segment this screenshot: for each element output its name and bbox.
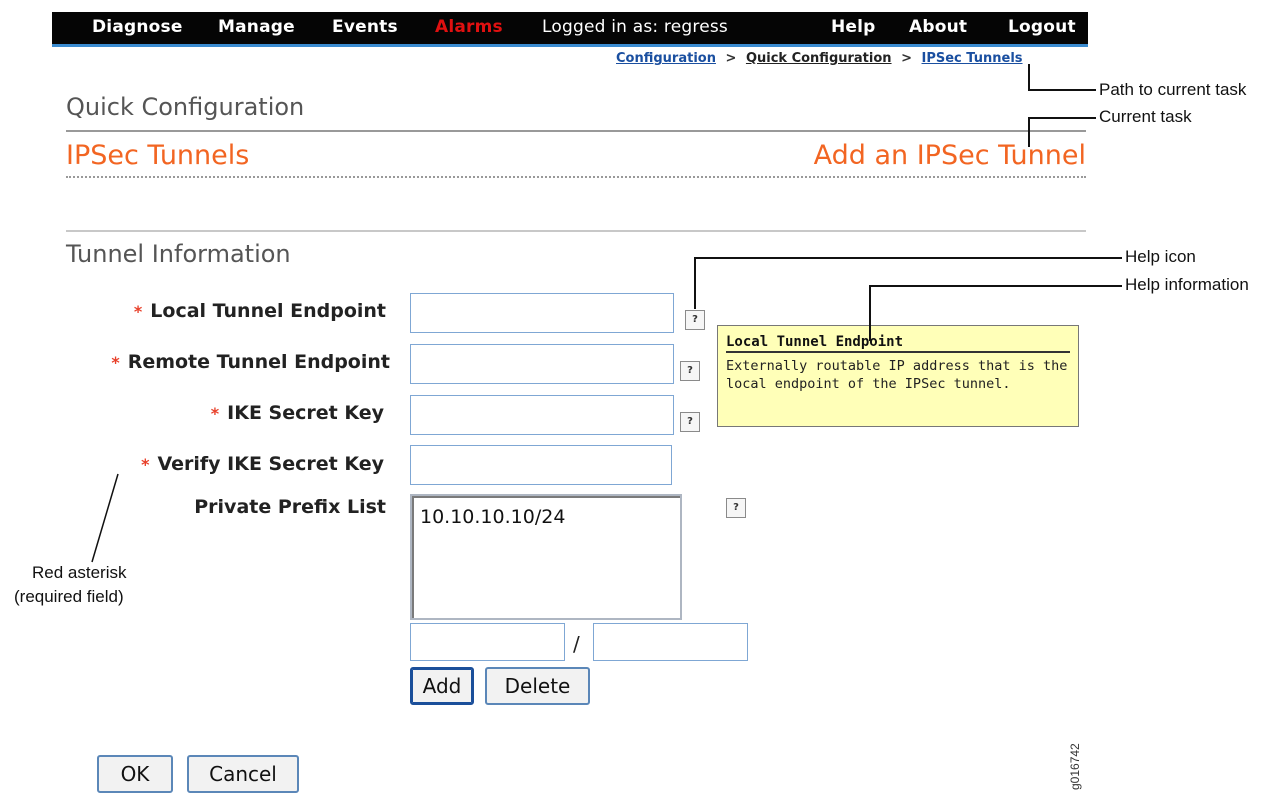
callout-asterisk: Red asterisk — [32, 563, 127, 582]
callout-line — [694, 257, 696, 309]
add-button[interactable]: Add — [410, 667, 474, 705]
breadcrumb: Configuration > Quick Configuration > IP… — [616, 51, 1023, 66]
section-divider — [66, 176, 1086, 178]
cancel-button[interactable]: Cancel — [187, 755, 299, 793]
prefix-list-item[interactable]: 10.10.10.10/24 — [420, 506, 672, 528]
callout-line — [869, 285, 1122, 287]
callout-help-icon: Help icon — [1125, 247, 1196, 266]
prefix-length-input[interactable] — [593, 623, 748, 661]
callout-help-info: Help information — [1125, 275, 1249, 294]
verify-key-label: * Verify IKE Secret Key — [141, 453, 384, 475]
remote-endpoint-input[interactable] — [410, 344, 674, 384]
callout-line — [1028, 117, 1030, 147]
callout-path: Path to current task — [1099, 80, 1247, 99]
nav-logout[interactable]: Logout — [1008, 17, 1076, 37]
callout-line — [1028, 117, 1096, 119]
title-divider — [66, 130, 1086, 132]
nav-manage[interactable]: Manage — [218, 17, 295, 37]
prefix-list-label: Private Prefix List — [194, 496, 386, 518]
nav-help[interactable]: Help — [831, 17, 876, 37]
prefix-list-box[interactable]: 10.10.10.10/24 — [410, 494, 682, 620]
delete-button[interactable]: Delete — [485, 667, 590, 705]
prefix-address-input[interactable] — [410, 623, 565, 661]
callout-line — [1028, 89, 1096, 91]
help-icon[interactable]: ? — [685, 310, 705, 330]
page-title: Quick Configuration — [66, 93, 305, 121]
breadcrumb-configuration[interactable]: Configuration — [616, 51, 716, 66]
prefix-slash: / — [573, 632, 580, 656]
verify-key-input[interactable] — [410, 445, 672, 485]
required-asterisk: * — [133, 302, 143, 321]
callout-current-task: Current task — [1099, 107, 1192, 126]
local-endpoint-input[interactable] — [410, 293, 674, 333]
breadcrumb-quick-configuration[interactable]: Quick Configuration — [746, 51, 892, 66]
figure-id: g016742 — [1068, 743, 1082, 790]
subsection-title: Tunnel Information — [66, 240, 291, 268]
required-asterisk: * — [111, 353, 120, 372]
nav-diagnose[interactable]: Diagnose — [92, 17, 183, 37]
breadcrumb-separator: > — [901, 51, 912, 66]
callout-line — [1028, 64, 1030, 90]
breadcrumb-ipsec-tunnels[interactable]: IPSec Tunnels — [922, 51, 1023, 66]
tooltip-title: Local Tunnel Endpoint — [726, 334, 1070, 353]
breadcrumb-separator: > — [725, 51, 737, 66]
callout-required: (required field) — [14, 587, 124, 606]
local-endpoint-label: * Local Tunnel Endpoint — [133, 300, 386, 322]
ok-button[interactable]: OK — [97, 755, 173, 793]
section-title: IPSec Tunnels — [66, 140, 250, 171]
subsection-divider — [66, 230, 1086, 232]
callout-line — [694, 257, 1122, 259]
help-tooltip: Local Tunnel Endpoint Externally routabl… — [717, 325, 1079, 427]
remote-endpoint-label: * Remote Tunnel Endpoint — [111, 351, 390, 373]
ike-key-input[interactable] — [410, 395, 674, 435]
ike-key-label: * IKE Secret Key — [210, 402, 384, 424]
callout-line — [91, 473, 119, 563]
nav-alarms[interactable]: Alarms — [435, 17, 503, 37]
help-icon[interactable]: ? — [680, 412, 700, 432]
help-icon[interactable]: ? — [726, 498, 746, 518]
nav-underline — [52, 44, 1088, 47]
tooltip-body: Externally routable IP address that is t… — [726, 358, 1068, 392]
nav-about[interactable]: About — [909, 17, 967, 37]
logged-in-user: Logged in as: regress — [542, 17, 728, 37]
help-icon[interactable]: ? — [680, 361, 700, 381]
callout-line — [869, 285, 871, 341]
required-asterisk: * — [141, 455, 150, 474]
nav-events[interactable]: Events — [332, 17, 398, 37]
current-task-title: Add an IPSec Tunnel — [813, 140, 1086, 171]
top-nav-bar: Diagnose Manage Events Alarms Logged in … — [52, 12, 1088, 44]
required-asterisk: * — [210, 404, 220, 423]
